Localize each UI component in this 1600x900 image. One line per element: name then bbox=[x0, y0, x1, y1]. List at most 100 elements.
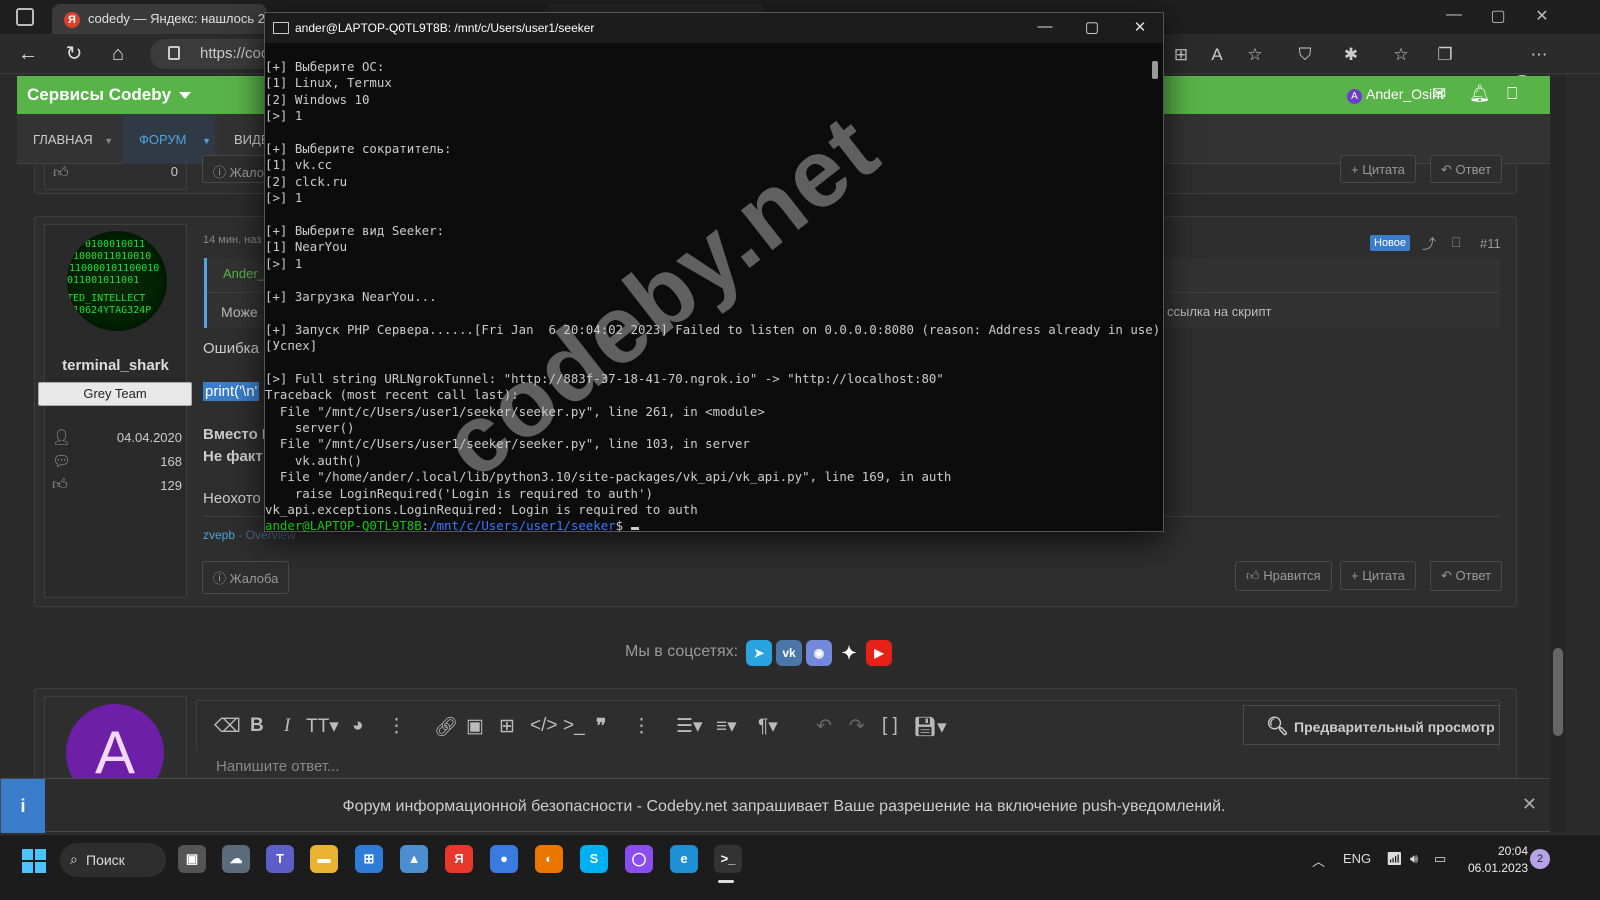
terminal-app-icon[interactable]: >_ bbox=[714, 845, 742, 873]
scrollbar-thumb[interactable] bbox=[1553, 648, 1563, 736]
image-icon[interactable]: ▣ bbox=[466, 715, 484, 738]
explorer-app-icon[interactable]: ▬ bbox=[310, 845, 338, 873]
terminal-maximize-icon[interactable]: ▢ bbox=[1077, 18, 1107, 36]
preview-button[interactable]: 🔍︎ Предварительный просмотр bbox=[1243, 705, 1500, 745]
yandex-app-icon[interactable]: Я bbox=[445, 845, 473, 873]
photos-app-icon[interactable]: ▲ bbox=[400, 845, 428, 873]
alice-app-icon[interactable]: ◯ bbox=[625, 845, 653, 873]
discord-icon[interactable]: ◉ bbox=[806, 640, 832, 666]
collections-icon[interactable]: ❐ bbox=[1434, 44, 1456, 66]
post-time[interactable]: 14 мин. наз bbox=[203, 234, 261, 246]
terminal-prompt[interactable]: ander@LAPTOP-Q0TL9T8B:/mnt/c/Users/user1… bbox=[265, 518, 1151, 534]
shield-icon[interactable]: ⛉ bbox=[1294, 44, 1316, 66]
terminal-scrollbar-thumb[interactable] bbox=[1152, 61, 1158, 79]
browser-close-icon[interactable]: ✕ bbox=[1530, 6, 1554, 26]
youtube-icon[interactable]: ▶ bbox=[866, 640, 892, 666]
skype-app-icon[interactable]: S bbox=[580, 845, 608, 873]
chevron-up-icon[interactable]: ︿ bbox=[1312, 851, 1325, 870]
task-view-app-icon[interactable]: ▣ bbox=[178, 845, 206, 873]
url-input[interactable]: https://coc bbox=[150, 39, 280, 69]
sparkle-icon[interactable]: ✦ bbox=[836, 640, 862, 666]
more-vertical-icon[interactable]: ⋮ bbox=[387, 715, 406, 738]
weather-app-icon[interactable]: ☁ bbox=[222, 845, 250, 873]
table-icon[interactable]: ⊞ bbox=[499, 715, 515, 738]
windows-start-icon[interactable] bbox=[22, 849, 46, 873]
more-vertical-icon[interactable]: ⋮ bbox=[632, 715, 651, 738]
terminal-output[interactable]: [+] Выберите ОС: [1] Linux, Termux [2] Win… bbox=[265, 59, 1161, 535]
terminal-minimize-icon[interactable]: — bbox=[1030, 18, 1060, 35]
user-avatar-icon: A bbox=[1347, 89, 1362, 104]
previous-quote-button[interactable]: + Цитата bbox=[1340, 155, 1416, 183]
extensions-icon[interactable]: ✱ bbox=[1340, 44, 1362, 66]
terminal-line: [+] Запуск PHP Сервера......[Fri Jan 6 2… bbox=[265, 321, 1161, 337]
browser-maximize-icon[interactable]: ▢ bbox=[1486, 6, 1510, 26]
signature-user[interactable]: zvepb bbox=[203, 528, 235, 542]
vk-icon[interactable]: vk bbox=[776, 640, 802, 666]
list-icon[interactable]: ☰▾ bbox=[676, 715, 703, 738]
favorites-icon[interactable]: ☆ bbox=[1390, 44, 1412, 66]
bold-icon[interactable]: B bbox=[250, 715, 264, 737]
tab-actions-icon[interactable] bbox=[16, 8, 34, 26]
teams-app-icon[interactable]: T bbox=[266, 845, 294, 873]
nav-home[interactable]: ГЛАВНАЯ ▼ bbox=[33, 114, 123, 164]
more-menu-icon[interactable]: ⋯ bbox=[1528, 44, 1550, 66]
site-brand[interactable]: Сервисы Codeby bbox=[27, 85, 192, 105]
app-blue-app-icon[interactable]: ● bbox=[490, 845, 518, 873]
refresh-icon[interactable]: ↻ bbox=[62, 42, 86, 66]
bell-icon[interactable]: 🔔︎ bbox=[1469, 84, 1491, 104]
favorite-add-icon[interactable]: ☆ bbox=[1244, 44, 1266, 66]
language-indicator[interactable]: ENG bbox=[1343, 851, 1371, 866]
clock[interactable]: 20:04 06.01.2023 bbox=[1468, 843, 1528, 877]
edge-app-icon[interactable]: e bbox=[670, 845, 698, 873]
bookmark-icon[interactable]: ⎕ bbox=[1507, 84, 1517, 104]
page-scrollbar[interactable] bbox=[1550, 76, 1566, 832]
mail-icon[interactable]: ✉ bbox=[1432, 84, 1446, 104]
quote-icon[interactable]: ❞ bbox=[596, 715, 606, 738]
redo-icon[interactable]: ↷ bbox=[849, 715, 865, 738]
bookmark-icon[interactable]: ⎕ bbox=[1452, 234, 1460, 251]
reply-input[interactable]: Напишите ответ... bbox=[216, 758, 340, 775]
post-author[interactable]: terminal_shark bbox=[44, 357, 187, 374]
inline-code-icon[interactable]: >_ bbox=[563, 715, 585, 737]
reactions-count: 129 bbox=[160, 478, 182, 493]
previous-reply-button[interactable]: ↶ Ответ bbox=[1430, 155, 1503, 183]
text-size-icon[interactable]: TT▾ bbox=[306, 715, 339, 738]
brackets-icon[interactable]: [ ] bbox=[882, 715, 898, 737]
terminal-close-icon[interactable]: ✕ bbox=[1125, 18, 1155, 36]
eraser-icon[interactable]: ⌫ bbox=[214, 715, 241, 738]
user-avatar-matrix[interactable]: 0100010011 1000011010010 110000101100010… bbox=[67, 231, 167, 331]
report-button[interactable]: ⓘ Жалоба bbox=[202, 561, 290, 594]
reply-button[interactable]: ↶ Ответ bbox=[1430, 561, 1503, 591]
taskbar-search[interactable]: ⌕ Поиск bbox=[60, 843, 166, 877]
back-arrow-icon[interactable]: ← bbox=[16, 42, 40, 66]
quote-author[interactable]: Ander_( bbox=[223, 266, 269, 281]
share-icon[interactable]: ⤴ bbox=[1422, 234, 1436, 254]
browser-tab-yandex[interactable]: Я codedy — Яндекс: нашлось 2 ты bbox=[52, 4, 267, 34]
undo-icon[interactable]: ↶ bbox=[816, 715, 832, 738]
quote-button[interactable]: + Цитата bbox=[1340, 561, 1416, 590]
notification-count-badge[interactable]: 2 bbox=[1530, 849, 1550, 869]
volume-icon[interactable]: 🔊︎ bbox=[1410, 851, 1418, 867]
telegram-icon[interactable]: ➤ bbox=[746, 640, 772, 666]
battery-icon[interactable]: ▭ bbox=[1434, 851, 1446, 867]
code-icon[interactable]: </> bbox=[530, 715, 557, 737]
browser-minimize-icon[interactable]: — bbox=[1442, 6, 1466, 24]
blender-app-icon[interactable]: ◐ bbox=[535, 845, 563, 873]
save-draft-icon[interactable]: 💾︎▾ bbox=[913, 715, 947, 739]
link-icon[interactable]: 🔗︎ bbox=[434, 715, 458, 739]
terminal-window[interactable]: ander@LAPTOP-Q0TL9T8B: /mnt/c/Users/user… bbox=[264, 12, 1164, 535]
read-aloud-icon[interactable]: A bbox=[1206, 44, 1228, 66]
site-user-menu[interactable]: A Ander_Osint bbox=[1347, 86, 1444, 104]
paragraph-icon[interactable]: ¶▾ bbox=[758, 715, 778, 738]
home-icon[interactable]: ⌂ bbox=[106, 42, 130, 66]
wifi-icon[interactable]: 📶︎ bbox=[1386, 851, 1403, 867]
like-button[interactable]: 👍︎ Нравится bbox=[1235, 561, 1332, 591]
palette-icon[interactable]: ◕ bbox=[352, 715, 363, 737]
apps-icon[interactable]: ⊞ bbox=[1170, 44, 1192, 66]
italic-icon[interactable]: I bbox=[284, 715, 290, 737]
store-app-icon[interactable]: ⊞ bbox=[355, 845, 383, 873]
close-icon[interactable]: ✕ bbox=[1522, 794, 1537, 815]
post-number[interactable]: #11 bbox=[1480, 236, 1501, 251]
terminal-titlebar[interactable]: ander@LAPTOP-Q0TL9T8B: /mnt/c/Users/user… bbox=[265, 13, 1163, 43]
align-icon[interactable]: ≡▾ bbox=[716, 715, 737, 738]
